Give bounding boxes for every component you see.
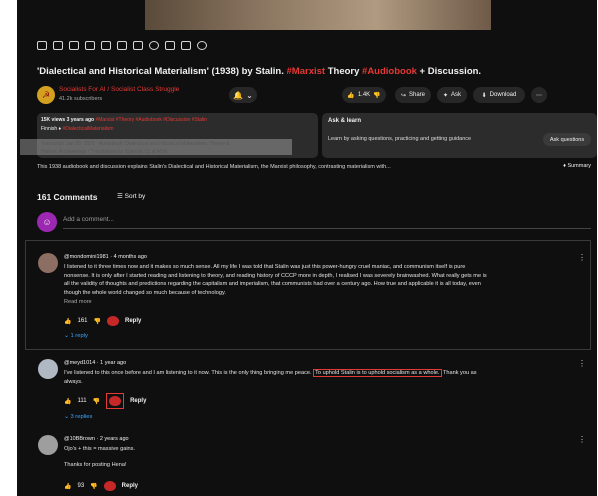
toolbar-icon-10[interactable] — [181, 41, 191, 50]
comment-avatar[interactable] — [38, 253, 58, 273]
ask-panel-subtitle: Learn by asking questions, practicing an… — [328, 136, 472, 142]
comment-author[interactable]: @meyd1014 · 1 year ago — [64, 360, 126, 366]
comment-text: I listened to it three times now and it … — [64, 264, 487, 296]
share-button[interactable]: ↪ Share — [395, 87, 431, 103]
view-replies-button[interactable]: ⌄ 1 reply — [64, 333, 88, 339]
toolbar-icon-7[interactable] — [133, 41, 143, 50]
comment-text-2: Thanks for posting Hena! — [64, 462, 127, 468]
thumbs-down-icon[interactable]: 👎 — [93, 398, 100, 405]
notification-bell-button[interactable]: 🔔 ⌄ — [229, 87, 257, 103]
more-icon: ⋯ — [536, 92, 542, 99]
toolbar-icon-8[interactable] — [149, 41, 159, 50]
add-comment-underline — [63, 228, 591, 229]
ask-learn-panel: Ask & learn Learn by asking questions, p… — [322, 113, 597, 158]
ask-questions-button[interactable]: Ask questions — [543, 133, 591, 146]
description-line-2: Finnish ♦ #DialecticalMaterialism — [41, 126, 114, 132]
view-replies-button[interactable]: ⌄ 3 replies — [64, 414, 92, 420]
summary-button[interactable]: ♦ Summary — [563, 163, 591, 169]
comments-count: 161 Comments — [37, 192, 98, 202]
toolbar-icon-3[interactable] — [69, 41, 79, 50]
ask-panel-title: Ask & learn — [328, 118, 362, 124]
bell-icon: 🔔 — [233, 90, 244, 100]
thumbs-up-icon[interactable]: 👍 — [64, 483, 71, 490]
comment-actions: 👍 93 👎 Reply — [64, 481, 138, 491]
download-icon: ⬇ — [481, 92, 487, 99]
comment-text: I've listened to this once before and I … — [64, 369, 477, 385]
comment-avatar[interactable] — [38, 435, 58, 455]
channel-avatar[interactable]: ☭ — [37, 86, 55, 104]
toolbar-icon-2[interactable] — [53, 41, 63, 50]
reply-button[interactable]: Reply — [125, 318, 141, 324]
highlighted-quote: To uphold Stalin is to uphold socialism … — [313, 369, 442, 377]
chevron-down-icon: ⌄ — [246, 90, 253, 100]
description-highlight — [20, 139, 292, 155]
share-icon: ↪ — [400, 92, 406, 99]
creator-heart-highlight — [106, 393, 125, 409]
subscriber-count: 41.2k subscribers — [59, 96, 103, 102]
creator-heart-icon — [106, 316, 119, 326]
thumbs-down-icon[interactable]: 👎 — [373, 92, 380, 99]
read-more-link[interactable]: Read more — [64, 299, 92, 305]
comment-thread: @meyd1014 · 1 year ago I've listened to … — [25, 352, 591, 426]
comment-avatar[interactable] — [38, 359, 58, 379]
comment-author[interactable]: @mondomini1981 · 4 months ago — [64, 254, 147, 260]
like-count: 93 — [77, 483, 85, 489]
comment-thread: @10BBrown · 2 years ago Ojo's + this = m… — [25, 428, 591, 496]
video-player-thumbnail[interactable] — [145, 0, 491, 30]
summary-text: This 1938 audiobook and discussion expla… — [37, 164, 391, 170]
comment-menu-icon[interactable]: ⋮ — [578, 435, 586, 444]
add-comment-input[interactable]: Add a comment... — [63, 216, 114, 223]
toolbar-icon-4[interactable] — [85, 41, 95, 50]
sparkle-icon: ✦ — [442, 92, 448, 99]
comment-actions: 👍 161 👎 Reply — [64, 316, 141, 326]
toolbar-icon-5[interactable] — [101, 41, 111, 50]
download-button[interactable]: ⬇ Download — [473, 87, 525, 103]
like-count: 161 — [77, 318, 88, 324]
thumbs-up-icon[interactable]: 👍 — [64, 398, 71, 405]
extension-toolbar — [37, 41, 207, 50]
reply-button[interactable]: Reply — [130, 398, 146, 404]
like-count: 111 — [77, 398, 87, 404]
toolbar-icon-6[interactable] — [117, 41, 127, 50]
video-title: 'Dialectical and Historical Materialism'… — [37, 66, 482, 77]
sort-icon: ☰ — [117, 193, 125, 200]
comment-text: Ojo's + this = massive gains. — [64, 446, 136, 452]
summary-bar: This 1938 audiobook and discussion expla… — [37, 163, 597, 173]
ask-button[interactable]: ✦ Ask — [437, 87, 467, 103]
toolbar-icon-1[interactable] — [37, 41, 47, 50]
user-avatar: ☺ — [37, 212, 57, 232]
settings-icon[interactable] — [197, 41, 207, 50]
toolbar-icon-9[interactable] — [165, 41, 175, 50]
channel-name[interactable]: Socialists For AI / Socialist Class Stru… — [59, 86, 179, 93]
thumbs-down-icon[interactable]: 👎 — [90, 483, 97, 490]
thumbs-up-icon: 👍 — [347, 92, 355, 99]
more-actions-button[interactable]: ⋯ — [531, 87, 547, 103]
like-button[interactable]: 👍 1.4K 👎 — [342, 87, 386, 103]
comment-thread: @mondomini1981 · 4 months ago I listened… — [25, 240, 591, 350]
description-meta-line: 15K views 3 years ago #Marxist #Theory #… — [41, 117, 207, 123]
thumbs-down-icon[interactable]: 👎 — [94, 318, 101, 325]
youtube-watch-page: 'Dialectical and Historical Materialism'… — [17, 0, 597, 496]
creator-heart-icon — [103, 481, 116, 491]
creator-heart-icon — [109, 396, 122, 406]
comment-actions: 👍 111 👎 Reply — [64, 393, 146, 409]
reply-button[interactable]: Reply — [122, 483, 138, 489]
thumbs-up-icon[interactable]: 👍 — [64, 318, 71, 325]
sort-by-button[interactable]: ☰ Sort by — [117, 192, 145, 200]
comment-author[interactable]: @10BBrown · 2 years ago — [64, 436, 129, 442]
comment-menu-icon[interactable]: ⋮ — [578, 253, 586, 262]
comment-menu-icon[interactable]: ⋮ — [578, 359, 586, 368]
